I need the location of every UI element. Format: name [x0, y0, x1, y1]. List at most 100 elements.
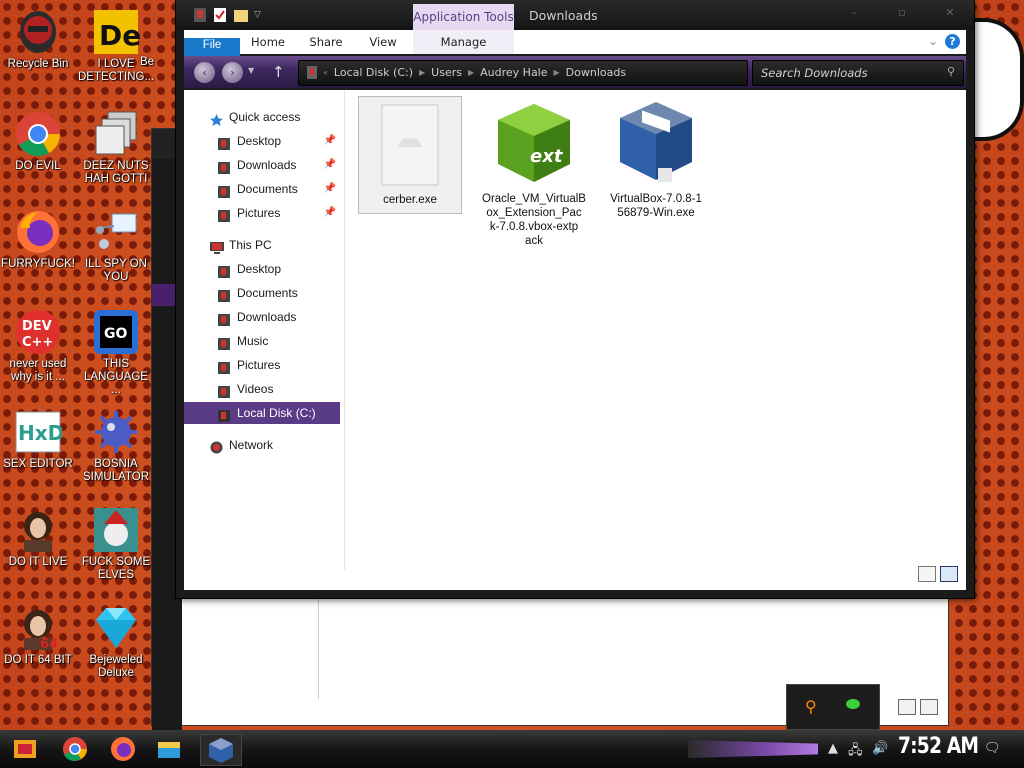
notifications-icon[interactable]: 🗨 — [984, 741, 1001, 756]
start-icon[interactable] — [10, 734, 40, 764]
close-button[interactable]: ✕ — [932, 6, 968, 22]
maximize-button[interactable]: ▫ — [884, 6, 920, 22]
tab-manage[interactable]: Manage — [413, 30, 514, 54]
desktop-folder-icon — [218, 263, 231, 278]
nav-pc-downloads[interactable]: Downloads — [184, 306, 340, 328]
desktop-icon-recycle-bin[interactable]: Recycle Bin — [0, 8, 76, 71]
tab-home[interactable]: Home — [248, 30, 288, 54]
details-view-button[interactable] — [898, 699, 916, 715]
nav-quick-pictures[interactable]: Pictures 📌 — [184, 202, 340, 224]
gem-tray-icon[interactable] — [845, 698, 861, 713]
nav-pc-local-disk[interactable]: Local Disk (C:) — [184, 402, 340, 424]
nav-pc-videos[interactable]: Videos — [184, 378, 340, 400]
minimize-button[interactable]: – — [836, 6, 872, 22]
clock[interactable]: 7:52 AM — [898, 734, 979, 759]
volume-icon[interactable]: 🔊 — [872, 741, 888, 756]
nav-quick-desktop[interactable]: Desktop 📌 — [184, 130, 340, 152]
customize-dropdown-icon[interactable]: ▽ — [254, 8, 266, 22]
file-explorer-window[interactable]: ▽ Application Tools Downloads – ▫ ✕ File… — [176, 0, 974, 598]
breadcrumb-item[interactable]: Audrey Hale — [480, 66, 547, 82]
title-bar[interactable]: ▽ Application Tools Downloads – ▫ ✕ — [176, 0, 974, 30]
nav-this-pc[interactable]: This PC — [184, 234, 340, 256]
new-folder-icon[interactable] — [234, 8, 248, 22]
pictures-folder-icon — [218, 359, 231, 374]
nav-pc-pictures[interactable]: Pictures — [184, 354, 340, 376]
nav-pc-desktop[interactable]: Desktop — [184, 258, 340, 280]
search-box[interactable]: ⚲ — [752, 60, 964, 86]
desktop-icon-spy[interactable]: ILL SPY ON YOU — [78, 208, 154, 284]
desktop-icon-firefox[interactable]: FURRYFUCK! — [0, 208, 76, 271]
nav-label: Downloads — [237, 158, 297, 172]
desktop-icon-chrome[interactable]: DO EVIL — [0, 110, 76, 173]
pin-icon[interactable]: 📌 — [324, 130, 336, 152]
computer-icon — [210, 239, 224, 254]
file-name-line: ack — [525, 235, 543, 247]
large-icons-view-icon[interactable] — [940, 566, 958, 582]
downloads-folder-icon — [218, 311, 231, 326]
pin-icon[interactable]: 📌 — [324, 202, 336, 224]
desktop-icon-bejeweled[interactable]: Bejeweled Deluxe — [78, 604, 154, 680]
app-icon[interactable] — [194, 8, 206, 22]
firefox-icon — [14, 208, 62, 256]
search-tray-icon[interactable]: ⚲ — [805, 697, 817, 716]
desktop-icon-goland[interactable]: GO THIS LANGUAGE ... — [78, 308, 154, 397]
show-hidden-icons-icon[interactable]: ▲ — [828, 741, 838, 756]
large-icons-view-button[interactable] — [920, 699, 938, 715]
nav-pc-music[interactable]: Music — [184, 330, 340, 352]
dev-cpp-icon: DEV C++ — [14, 308, 62, 356]
pin-icon[interactable]: 📌 — [324, 178, 336, 200]
chrome-icon[interactable] — [60, 734, 90, 764]
file-name-line: ox_Extension_Pac — [486, 207, 582, 219]
context-tab-application-tools[interactable]: Application Tools — [413, 4, 514, 30]
desktop-icon-devcpp[interactable]: DEV C++ never used why is it ... — [0, 308, 76, 384]
pane-splitter[interactable] — [344, 90, 345, 570]
desktop-icon-elves[interactable]: FUCK SOME ELVES — [78, 506, 154, 582]
desktop-icon-partial[interactable]: Be — [140, 8, 180, 69]
search-input[interactable] — [759, 65, 933, 81]
breadcrumb-item[interactable]: Users — [431, 66, 462, 82]
desktop-icon-hxd[interactable]: HxD SEX EDITOR — [0, 408, 76, 471]
help-icon[interactable]: ? — [945, 34, 960, 49]
properties-icon[interactable] — [214, 8, 226, 22]
tab-share[interactable]: Share — [306, 30, 346, 54]
details-view-icon[interactable] — [918, 566, 936, 582]
view-switcher — [918, 566, 958, 582]
desktop-icon-doit64[interactable]: 64 DO IT 64 BIT — [0, 604, 76, 667]
nav-pc-documents[interactable]: Documents — [184, 282, 340, 304]
file-item-cerber[interactable]: cerber.exe — [358, 96, 462, 214]
virtualbox-icon[interactable] — [200, 734, 242, 766]
recent-locations-icon[interactable]: ▼ — [248, 66, 254, 75]
search-icon[interactable]: ⚲ — [947, 65, 955, 78]
file-explorer-icon[interactable] — [154, 734, 184, 764]
nav-quick-access[interactable]: Quick access — [184, 106, 340, 128]
desktop-icon-bosnia[interactable]: BOSNIA SIMULATOR — [78, 408, 154, 484]
desktop-icon-doitlive[interactable]: DO IT LIVE — [0, 506, 76, 569]
extension-pack-icon: ext — [486, 98, 582, 190]
downloads-folder-icon — [218, 159, 231, 174]
recycle-bin-icon — [14, 8, 62, 56]
pin-icon[interactable]: 📌 — [324, 154, 336, 176]
breadcrumb-item[interactable]: Downloads — [566, 66, 626, 82]
expand-ribbon-icon[interactable]: ⌄ — [928, 34, 938, 48]
back-button[interactable]: ‹ — [194, 62, 215, 83]
svg-text:De: De — [99, 19, 140, 52]
file-item-virtualbox[interactable]: VirtualBox-7.0.8-1 56879-Win.exe — [604, 98, 708, 220]
file-item-extension-pack[interactable]: ext Oracle_VM_VirtualB ox_Extension_Pac … — [482, 98, 586, 248]
forward-button[interactable]: › — [222, 62, 243, 83]
background-window-divider — [318, 599, 319, 699]
tab-view[interactable]: View — [364, 30, 402, 54]
nav-network[interactable]: Network — [184, 434, 340, 456]
breadcrumb: « Local Disk (C:) ▶ Users ▶ Audrey Hale … — [307, 66, 626, 82]
address-bar[interactable]: « Local Disk (C:) ▶ Users ▶ Audrey Hale … — [298, 60, 748, 86]
breadcrumb-item[interactable]: Local Disk (C:) — [334, 66, 413, 82]
address-overflow-icon[interactable]: « — [323, 66, 328, 82]
goland-icon: GO — [92, 308, 140, 356]
nav-label: Pictures — [237, 206, 281, 220]
nav-quick-documents[interactable]: Documents 📌 — [184, 178, 340, 200]
desktop-icon-deez[interactable]: DEEZ NUTS HAH GOTTI — [78, 110, 154, 186]
up-arrow-icon[interactable]: ↑ — [272, 63, 285, 81]
svg-text:HxD: HxD — [18, 421, 62, 445]
nav-quick-downloads[interactable]: Downloads 📌 — [184, 154, 340, 176]
network-icon[interactable]: 🖧 — [848, 741, 863, 763]
firefox-icon[interactable] — [108, 734, 138, 764]
